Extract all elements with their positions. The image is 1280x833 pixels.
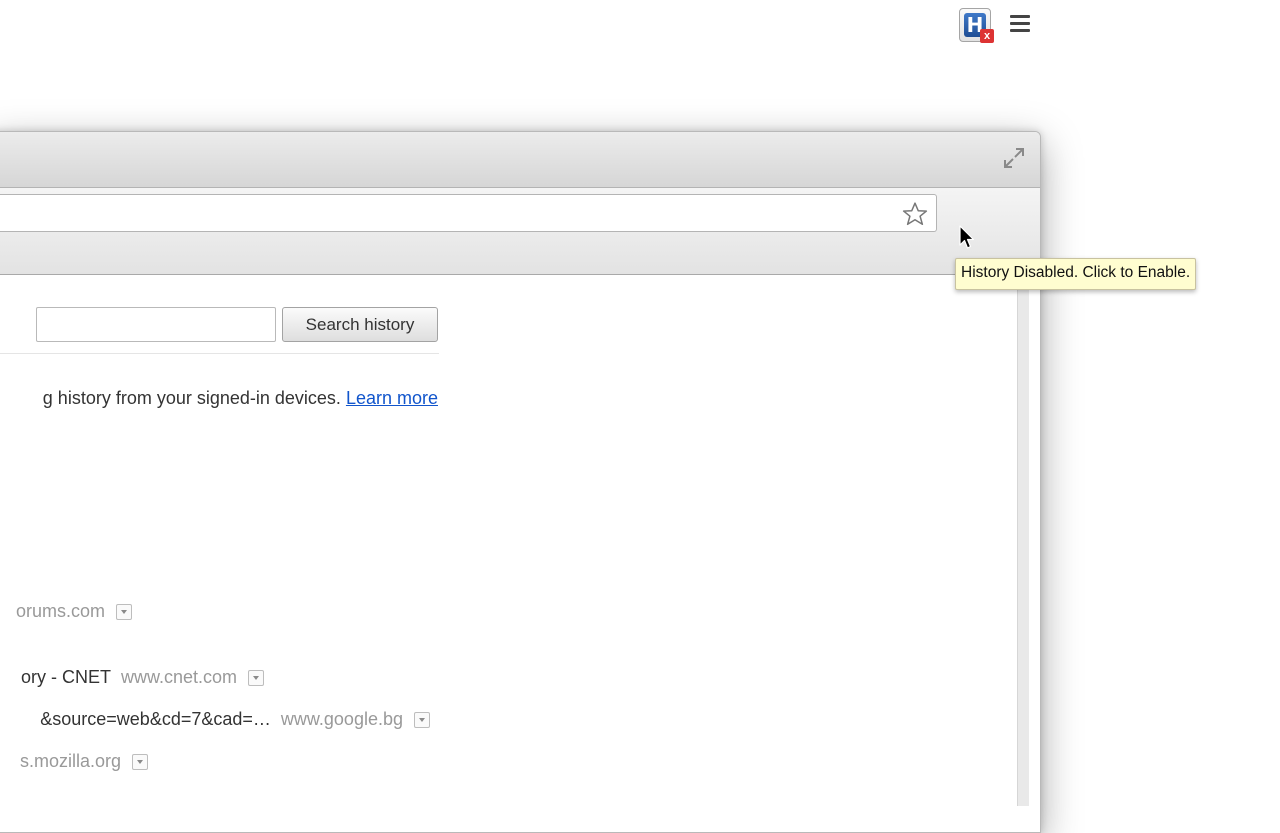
entry-title[interactable]: &source=web&cd=7&cad=… <box>40 709 271 730</box>
history-entry[interactable]: s.mozilla.org <box>20 751 148 772</box>
history-entry[interactable]: ory - CNET www.cnet.com <box>21 667 264 688</box>
disabled-badge-icon: x <box>980 29 994 43</box>
page-scrollbar[interactable] <box>1017 276 1029 806</box>
entry-title[interactable]: ory - CNET <box>21 667 111 688</box>
synced-history-info: g history from your signed-in devices. L… <box>43 388 438 409</box>
search-history-button[interactable]: Search history <box>282 307 438 342</box>
learn-more-link[interactable]: Learn more <box>346 388 438 408</box>
entry-menu-arrow-icon[interactable] <box>132 753 148 770</box>
star-icon[interactable] <box>902 201 928 227</box>
fullscreen-icon[interactable] <box>1002 146 1026 170</box>
entry-menu-arrow-icon[interactable] <box>248 669 264 686</box>
entry-domain: www.cnet.com <box>120 667 237 687</box>
entry-domain: www.google.bg <box>280 709 403 729</box>
hamburger-menu-icon[interactable] <box>1010 15 1030 33</box>
address-bar[interactable] <box>0 194 937 232</box>
history-entry[interactable]: orums.com <box>16 601 132 622</box>
history-search-input[interactable] <box>36 307 276 342</box>
info-text: g history from your signed-in devices. <box>42 388 341 408</box>
entry-menu-arrow-icon[interactable] <box>414 711 430 728</box>
extension-tooltip: History Disabled. Click to Enable. <box>955 258 1197 290</box>
entry-domain: orums.com <box>15 601 105 621</box>
entry-menu-arrow-icon[interactable] <box>116 603 132 620</box>
browser-toolbar <box>0 188 1040 275</box>
title-bar <box>0 132 1040 188</box>
history-extension-button[interactable]: H x <box>959 8 994 43</box>
history-entry[interactable]: &source=web&cd=7&cad=… www.google.bg <box>40 709 430 730</box>
address-input[interactable] <box>0 195 875 231</box>
mouse-pointer-icon <box>959 225 975 249</box>
entry-domain: s.mozilla.org <box>19 751 121 771</box>
header-divider <box>0 353 439 354</box>
